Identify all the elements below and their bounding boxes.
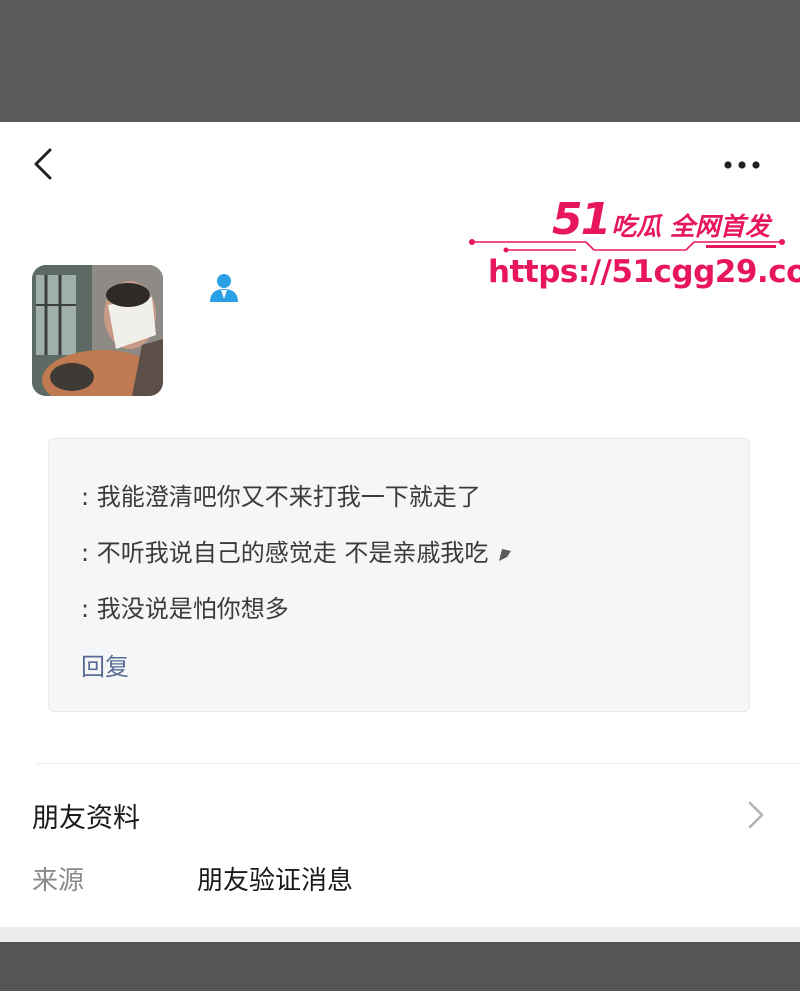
top-dark-band: [0, 0, 800, 122]
source-label: 来源: [32, 866, 85, 896]
message-line: : 我能澄清吧你又不来打我一下就走了: [81, 483, 481, 511]
chevron-right-icon: [748, 801, 764, 829]
truncation-mark-icon: [498, 549, 511, 561]
avatar-photo: [32, 265, 163, 396]
message-line: : 我没说是怕你想多: [81, 595, 289, 623]
back-button[interactable]: [26, 144, 66, 184]
message-text: : 不听我说自己的感觉走 不是亲戚我吃: [81, 539, 489, 567]
more-button[interactable]: [718, 150, 768, 180]
contact-person-icon: [206, 272, 242, 304]
bottom-dark-band: [0, 942, 800, 991]
watermark-brand: 51 吃瓜 全网首发: [552, 192, 770, 242]
reply-link[interactable]: 回复: [81, 647, 129, 682]
panel-bottom-strip: [0, 927, 800, 942]
chevron-left-icon: [34, 148, 52, 180]
watermark-url: https://51cgg29.com: [488, 254, 800, 290]
divider: [36, 763, 800, 764]
profile-panel: 51 吃瓜 全网首发 https://51cgg29.com: [0, 122, 800, 927]
source-value: 朋友验证消息: [197, 866, 354, 896]
more-dots-icon: [724, 161, 760, 169]
message-line-truncated: : 不听我说自己的感觉走 不是亲戚我吃: [81, 533, 514, 568]
avatar[interactable]: [32, 265, 163, 396]
friend-info-label: 朋友资料: [32, 803, 140, 834]
verification-messages-box: : 我能澄清吧你又不来打我一下就走了 : 不听我说自己的感觉走 不是亲戚我吃 :…: [48, 438, 750, 712]
watermark: 51 吃瓜 全网首发 https://51cgg29.com: [466, 192, 800, 302]
friend-info-row[interactable]: 朋友资料: [0, 786, 800, 846]
